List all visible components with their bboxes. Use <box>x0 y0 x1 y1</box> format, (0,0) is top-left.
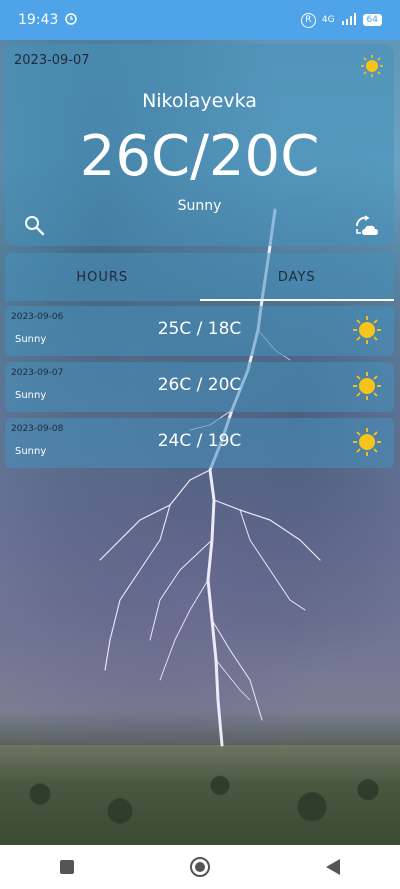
navigation-bar <box>0 845 400 889</box>
home-button[interactable] <box>185 852 215 882</box>
search-button[interactable] <box>23 214 47 238</box>
cloud-sync-icon <box>356 215 378 235</box>
alarm-icon <box>64 11 78 29</box>
forecast-tabs: HOURS DAYS <box>5 253 394 301</box>
forecast-row[interactable]: 2023-09-08 Sunny 24C / 19C <box>5 418 394 468</box>
current-date: 2023-09-07 <box>14 53 90 68</box>
forecast-row[interactable]: 2023-09-07 Sunny 26C / 20C <box>5 362 394 412</box>
back-button[interactable] <box>318 852 348 882</box>
signal-icon <box>341 12 357 28</box>
current-condition: Sunny <box>177 198 222 214</box>
recents-button[interactable] <box>52 852 82 882</box>
forecast-temperature: 24C / 19C <box>157 431 242 451</box>
forecast-temperature: 25C / 18C <box>157 319 242 339</box>
forecast-row[interactable]: 2023-09-06 Sunny 25C / 18C <box>5 306 394 356</box>
status-time: 19:43 <box>18 12 59 28</box>
current-weather-card: 2023-09-07 Nikolayevka 26C/20C Sunny <box>5 44 394 246</box>
city-name: Nikolayevka <box>142 90 257 112</box>
network-type: 4G <box>321 15 335 25</box>
status-bar: 19:43 R 4G 64 <box>0 0 400 40</box>
sync-location-button[interactable] <box>354 214 380 238</box>
search-icon <box>25 216 45 236</box>
square-icon <box>59 860 74 874</box>
sun-icon <box>360 54 384 82</box>
battery-icon: 64 <box>362 14 382 26</box>
forecast-temperature: 26C / 20C <box>157 375 242 395</box>
sun-icon <box>352 315 382 349</box>
current-temperature: 26C/20C <box>79 124 320 189</box>
back-triangle-icon <box>326 859 341 875</box>
tab-days[interactable]: DAYS <box>199 253 395 301</box>
sun-icon <box>352 371 382 405</box>
app-screen: 19:43 R 4G 64 2023-09-07 Nikolayevka 26C… <box>0 0 400 889</box>
r-badge-icon: R <box>300 12 316 28</box>
sun-icon <box>352 427 382 461</box>
circle-home-icon <box>189 857 210 877</box>
tab-hours[interactable]: HOURS <box>5 253 200 301</box>
